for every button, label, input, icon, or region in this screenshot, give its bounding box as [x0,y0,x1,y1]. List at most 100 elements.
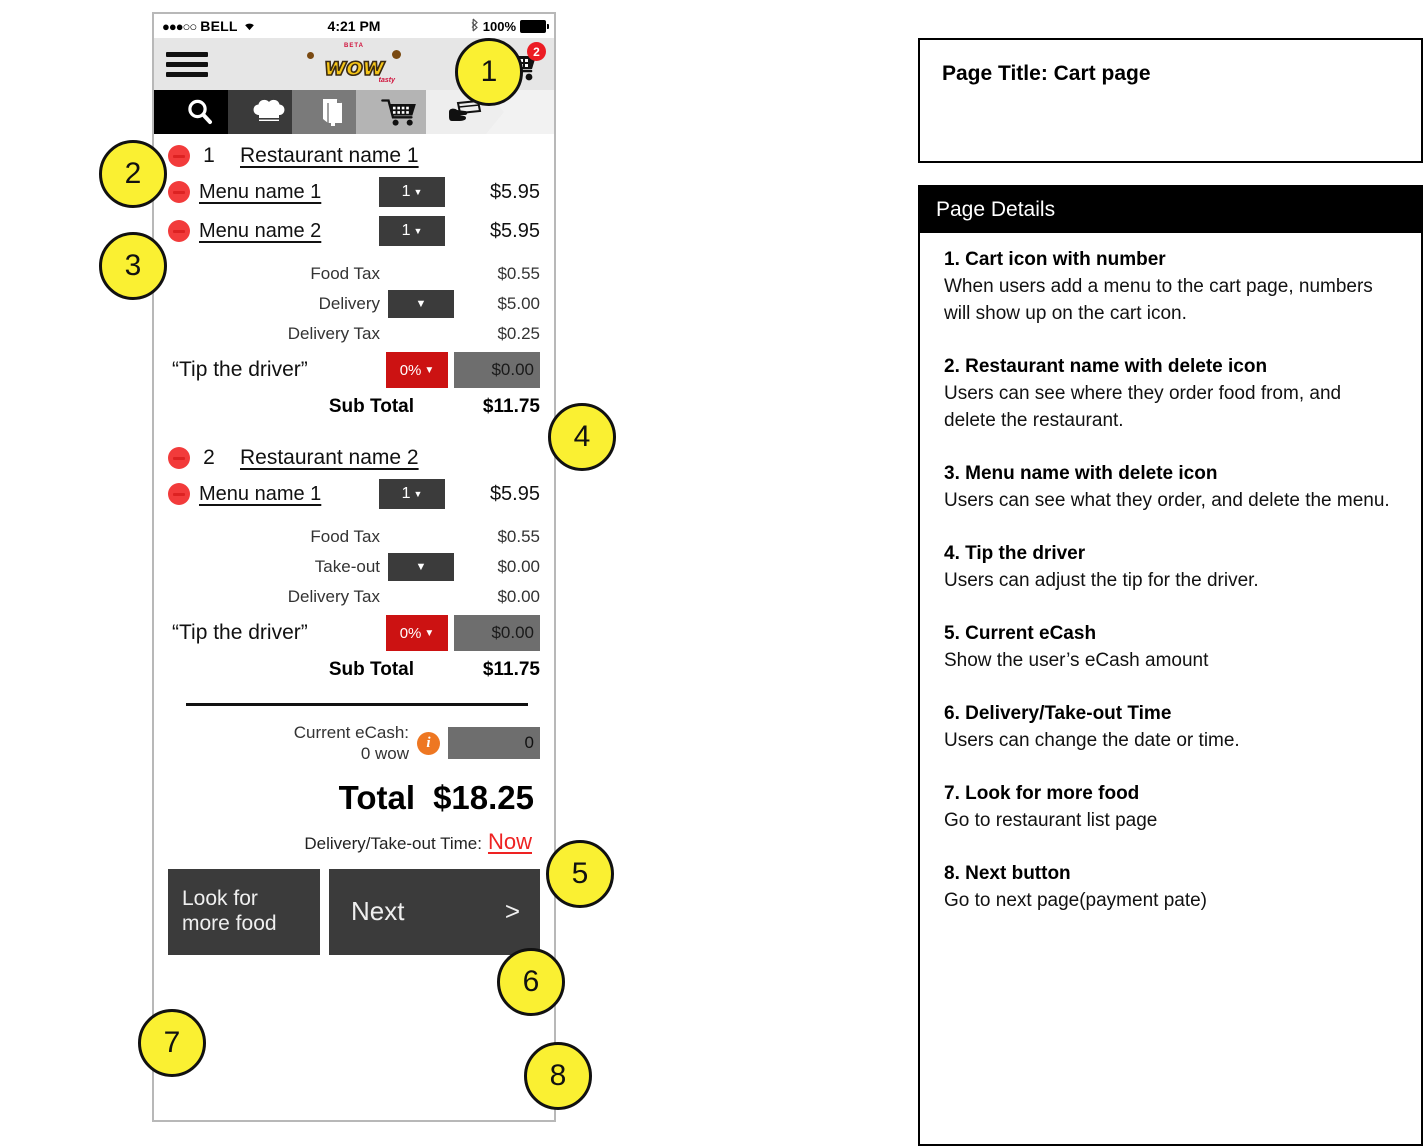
quantity-dropdown[interactable]: 1 ▼ [379,177,445,207]
cart-item-row: Menu name 1 1 ▼ $5.95 [168,479,540,509]
delivery-time-value[interactable]: Now [488,829,532,855]
detail-item-8: 8. Next button Go to next page(payment p… [944,863,1397,915]
callout-badge-1: 1 [455,38,523,106]
info-icon[interactable]: i [417,731,440,755]
delete-minus-icon[interactable] [168,220,190,242]
detail-heading: 2. Restaurant name with delete icon [944,355,1268,377]
callout-badge-6: 6 [497,948,565,1016]
restaurant-name-link[interactable]: Restaurant name 1 [240,144,419,168]
ecash-row: Current eCash: 0 wow i 0 [168,722,540,765]
callout-badge-4: 4 [548,403,616,471]
annotation-panel: Page Title: Cart page Page Details 1. Ca… [918,38,1423,1146]
subtotal-row: Sub Total $11.75 [168,396,540,418]
app-logo: BETA wow tasty [299,42,409,86]
status-bar-left: ●●●○○ BELL [162,18,328,34]
tip-amount-field[interactable]: $0.00 [454,615,540,651]
restaurant-header-row: 1 Restaurant name 1 [168,144,540,168]
chef-hat-icon [252,98,286,126]
status-bar: ●●●○○ BELL 4:21 PM 100% [154,14,554,38]
detail-text: Users can see where they order food from… [944,382,1342,431]
fee-row: Food Tax $0.55 [168,264,540,284]
look-for-more-food-button[interactable]: Look for more food [168,868,320,955]
chevron-down-icon: ▼ [424,364,435,376]
callout-badge-2: 2 [99,140,167,208]
quantity-value: 1 [401,183,411,200]
subtotal-row: Sub Total $11.75 [168,659,540,681]
phone-mockup: ●●●○○ BELL 4:21 PM 100% BETA wow tasty 2… [152,12,556,1122]
fee-amount: $0.00 [497,557,540,576]
total-amount: $18.25 [433,778,534,816]
delete-minus-icon[interactable] [168,483,190,505]
delete-minus-icon[interactable] [168,447,190,469]
next-button[interactable]: Next > [329,868,540,955]
detail-text: Go to restaurant list page [944,809,1158,831]
detail-heading: 6. Delivery/Take-out Time [944,702,1172,724]
logo-wordmark: wow [323,51,386,81]
tip-percent-dropdown[interactable]: 0% ▼ [386,352,448,388]
menu-item-name[interactable]: Menu name 1 [199,483,321,506]
quantity-dropdown[interactable]: 1 ▼ [379,479,445,509]
carrier-label: BELL [200,18,238,34]
detail-text: Show the user’s eCash amount [944,649,1209,671]
battery-icon [520,19,550,33]
detail-text: Users can change the date or time. [944,729,1240,751]
detail-item-3: 3. Menu name with delete icon Users can … [944,463,1397,515]
item-price: $5.95 [489,219,540,242]
menu-item-name[interactable]: Menu name 1 [199,181,321,204]
delete-minus-icon[interactable] [168,145,190,167]
chevron-down-icon: ▼ [424,627,435,639]
signal-dots-icon: ●●●○○ [162,18,197,34]
fee-row: Delivery Tax $0.25 [168,324,540,344]
look-more-line1: Look for [182,887,258,911]
quantity-dropdown[interactable]: 1 ▼ [379,216,445,246]
cart-body: 1 Restaurant name 1 Menu name 1 1 ▼ $5.9… [154,144,554,955]
fee-label: Food Tax [310,264,380,283]
detail-heading: 3. Menu name with delete icon [944,462,1218,484]
cart-icon [380,97,420,127]
tip-label: “Tip the driver” [172,358,308,381]
chevron-down-icon: ▼ [415,298,427,310]
battery-percent: 100% [482,18,517,34]
look-more-line2: more food [182,911,277,935]
ecash-label-line2: 0 wow [360,744,409,764]
tip-amount-field[interactable]: $0.00 [454,352,540,388]
restaurant-header-row: 2 Restaurant name 2 [168,446,540,470]
ecash-label-line1: Current eCash: [293,723,409,742]
subtotal-amount: $11.75 [482,659,540,680]
fee-row: Delivery ▼ $5.00 [168,290,540,318]
restaurant-group-2: 2 Restaurant name 2 Menu name 1 1 ▼ $5.9… [168,446,540,681]
detail-text: Go to next page(payment pate) [944,889,1207,911]
detail-heading: 7. Look for more food [944,782,1140,804]
fee-row: Take-out ▼ $0.00 [168,553,540,581]
detail-heading: 5. Current eCash [944,622,1097,644]
callout-badge-8: 8 [524,1042,592,1110]
fee-label: Take-out [314,557,380,576]
fee-amount: $0.55 [497,264,540,283]
detail-text: Users can see what they order, and delet… [944,489,1390,511]
total-row: Total $18.25 [168,779,540,817]
detail-text: Users can adjust the tip for the driver. [944,569,1259,591]
status-bar-right: 100% [380,18,550,35]
tip-percent-dropdown[interactable]: 0% ▼ [386,615,448,651]
detail-item-7: 7. Look for more food Go to restaurant l… [944,783,1397,835]
wifi-icon [242,18,257,34]
restaurant-name-link[interactable]: Restaurant name 2 [240,446,419,470]
chevron-down-icon: ▼ [415,561,427,573]
hamburger-menu-icon[interactable] [166,51,208,77]
cart-count-badge: 2 [527,42,546,61]
bluetooth-icon [470,18,479,35]
page-details-body: 1. Cart icon with number When users add … [920,233,1421,915]
takeout-method-dropdown[interactable]: ▼ [388,553,454,581]
delivery-method-dropdown[interactable]: ▼ [388,290,454,318]
subtotal-amount: $11.75 [482,396,540,417]
callout-badge-7: 7 [138,1009,206,1077]
menu-book-icon [319,97,347,127]
delete-minus-icon[interactable] [168,181,190,203]
ecash-input[interactable]: 0 [448,727,540,760]
menu-item-name[interactable]: Menu name 2 [199,220,321,243]
chevron-down-icon: ▼ [413,489,423,499]
cart-item-row: Menu name 2 1 ▼ $5.95 [168,216,540,246]
detail-item-5: 5. Current eCash Show the user’s eCash a… [944,623,1397,675]
callout-badge-5: 5 [546,840,614,908]
delivery-time-row: Delivery/Take-out Time: Now [168,829,540,855]
